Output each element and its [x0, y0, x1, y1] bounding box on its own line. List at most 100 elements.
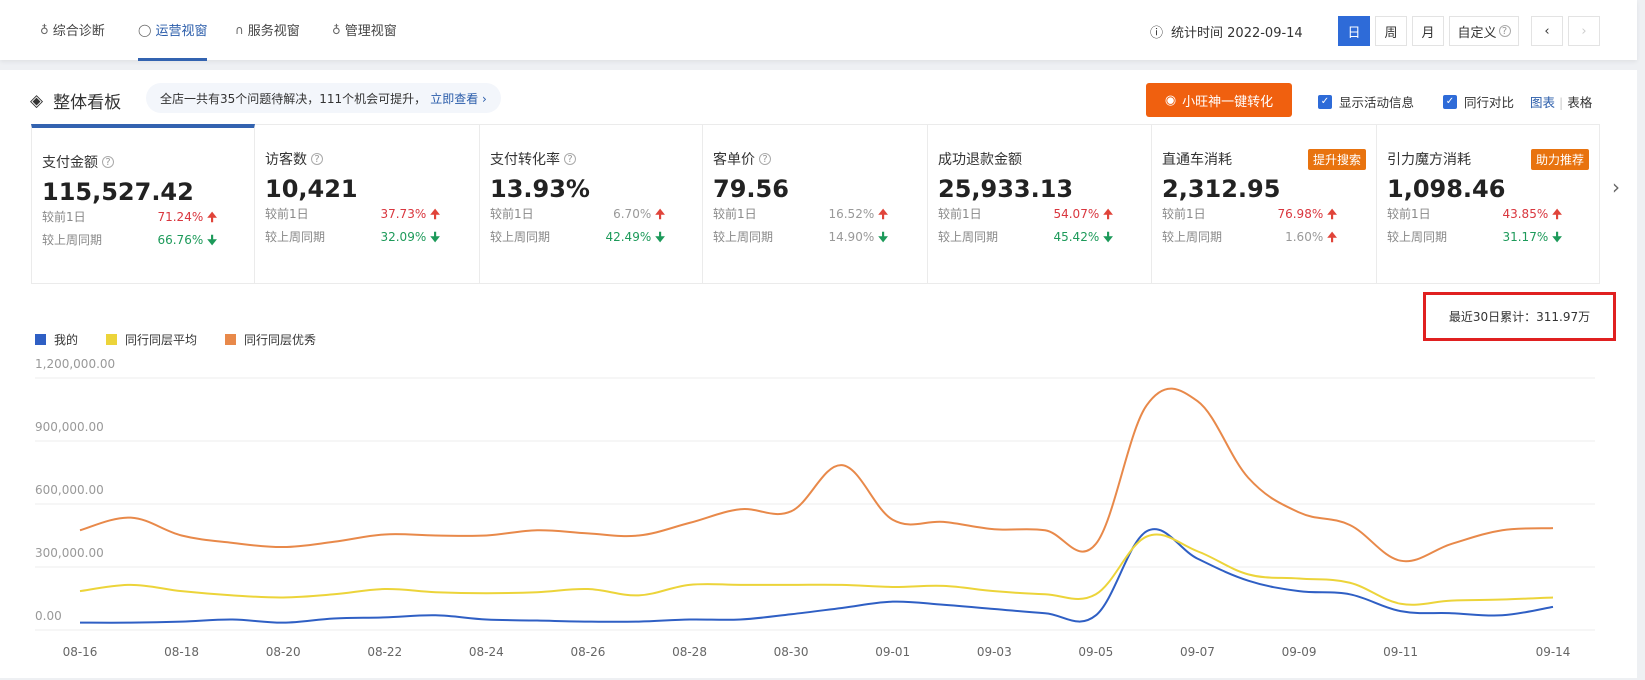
bulb-icon: ♁ [40, 22, 49, 37]
series-line-1 [79, 528, 1554, 624]
metric-value: 115,527.42 [42, 178, 194, 206]
layers-icon: ◈ [30, 90, 44, 111]
x-tick-label: 09-03 [977, 645, 1012, 659]
y-tick-label: 1,200,000.00 [35, 357, 115, 371]
legend-swatch [106, 334, 118, 345]
week-change: 45.42% [1053, 230, 1100, 244]
headset-icon: ∩ [235, 22, 244, 37]
arrow-up-icon: 🠉 [878, 207, 888, 221]
metric-title: 客单价 [713, 152, 755, 168]
total-30-days: 最近30日累计：311.97万 [1423, 292, 1616, 341]
day-change: 6.70% [613, 207, 652, 221]
promo-tag[interactable]: 提升搜索 [1307, 149, 1366, 170]
day-change: 71.24% [157, 210, 204, 224]
series-line-3 [79, 387, 1554, 563]
line-chart: 0.00 300,000.00 600,000.00 900,000.00 1,200,… [35, 357, 1595, 659]
metric-title: 成功退款金额 [938, 152, 1022, 168]
tab-1[interactable]: ♁ 综合诊断 [40, 20, 105, 40]
tab-2[interactable]: ◯ 运营视窗 [138, 20, 208, 61]
x-tick-label: 08-30 [774, 645, 809, 659]
day-change: 54.07% [1053, 207, 1100, 221]
x-tick-label: 08-16 [63, 645, 98, 659]
metric-card[interactable]: 客单价? 79.56 较前1日 16.52% 🠉 较上周同期 14.90% 🠋 [703, 124, 928, 284]
x-tick-label: 08-26 [570, 645, 605, 659]
metric-value: 1,098.46 [1387, 175, 1506, 203]
metric-card[interactable]: 直通车消耗 提升搜索 2,312.95 较前1日 76.98% 🠉 较上周同期 1.… [1152, 124, 1377, 284]
x-tick-label: 09-05 [1078, 645, 1113, 659]
metric-title: 支付转化率 [490, 152, 560, 168]
metric-card[interactable]: 支付转化率? 13.93% 较前1日 6.70% 🠉 较上周同期 42.49% 🠋 [480, 124, 703, 284]
help-icon[interactable]: ? [759, 153, 771, 165]
view-table-toggle[interactable]: 表格 [1567, 95, 1592, 110]
period-week-button[interactable]: 周 [1375, 16, 1407, 46]
day-change: 76.98% [1277, 207, 1324, 221]
medal-icon: ♁ [332, 22, 341, 37]
arrow-up-icon: 🠉 [1103, 207, 1113, 221]
next-date-button[interactable]: › [1568, 16, 1600, 46]
x-tick-label: 08-28 [672, 645, 707, 659]
legend-item[interactable]: 我的 [35, 331, 78, 348]
arrow-down-icon: 🠋 [878, 230, 888, 244]
metric-value: 79.56 [713, 175, 789, 203]
x-tick-label: 08-24 [469, 645, 504, 659]
metric-card[interactable]: 访客数? 10,421 较前1日 37.73% 🠉 较上周同期 32.09% 🠋 [255, 124, 480, 284]
checkbox-checked-icon: ✓ [1318, 94, 1332, 109]
metric-value: 2,312.95 [1162, 175, 1281, 203]
help-icon[interactable]: ? [311, 153, 323, 165]
metric-card[interactable]: 引力魔方消耗 助力推荐 1,098.46 较前1日 43.85% 🠉 较上周同期 3… [1377, 124, 1600, 284]
y-tick-label: 300,000.00 [35, 546, 104, 560]
x-tick-label: 09-14 [1536, 645, 1571, 659]
help-icon: ? [1498, 25, 1511, 37]
period-day-button[interactable]: 日 [1338, 16, 1370, 46]
tab-4[interactable]: ♁ 管理视窗 [332, 20, 397, 40]
view-now-link[interactable]: 立即查看 › [430, 90, 487, 107]
help-icon[interactable]: ? [102, 156, 114, 168]
day-change: 43.85% [1502, 207, 1549, 221]
stat-time: ⓘ 统计时间 2022-09-14 [1150, 22, 1303, 41]
show-activity-checkbox[interactable]: ✓ 显示活动信息 [1318, 92, 1414, 111]
period-month-button[interactable]: 月 [1412, 16, 1444, 46]
y-tick-label: 900,000.00 [35, 420, 104, 434]
legend-swatch [35, 334, 46, 345]
week-change: 42.49% [605, 230, 652, 244]
arrow-up-icon: 🠉 [655, 207, 665, 221]
week-change: 32.09% [380, 230, 427, 244]
legend-item[interactable]: 同行同层优秀 [225, 331, 316, 348]
y-tick-label: 600,000.00 [35, 483, 104, 497]
next-cards-arrow[interactable]: › [1612, 175, 1620, 199]
metric-title: 引力魔方消耗 [1387, 152, 1471, 168]
arrow-up-icon: 🠉 [207, 210, 217, 224]
promo-tag[interactable]: 助力推荐 [1530, 149, 1589, 170]
day-change: 37.73% [380, 207, 427, 221]
one-click-convert-button[interactable]: ◉ 小旺神一键转化 [1146, 83, 1292, 117]
chart-legend: 我的 同行同层平均 同行同层优秀 [35, 331, 316, 348]
metric-card[interactable]: 支付金额? 115,527.42 较前1日 71.24% 🠉 较上周同期 66.76… [31, 124, 255, 284]
arrow-down-icon: 🠋 [207, 233, 217, 247]
arrow-down-icon: 🠋 [655, 230, 665, 244]
arrow-up-icon: 🠉 [1552, 207, 1562, 221]
info-icon: ⓘ [1150, 26, 1164, 41]
x-tick-label: 09-07 [1180, 645, 1215, 659]
metric-title: 访客数 [265, 152, 307, 168]
prev-date-button[interactable]: ‹ [1531, 16, 1563, 46]
arrow-down-icon: 🠋 [1103, 230, 1113, 244]
x-tick-label: 09-01 [875, 645, 910, 659]
arrow-down-icon: 🠋 [1552, 230, 1562, 244]
legend-item[interactable]: 同行同层平均 [106, 331, 197, 348]
period-custom-button[interactable]: 自定义? [1449, 16, 1519, 46]
x-tick-label: 08-18 [164, 645, 199, 659]
view-chart-toggle[interactable]: 图表 [1530, 95, 1555, 110]
mascot-icon: ◉ [1164, 92, 1177, 108]
day-change: 16.52% [828, 207, 875, 221]
peer-compare-checkbox[interactable]: ✓ 同行对比 [1443, 92, 1514, 111]
arrow-up-icon: 🠉 [430, 207, 440, 221]
week-change: 1.60% [1285, 230, 1324, 244]
metric-value: 10,421 [265, 175, 358, 203]
metric-value: 13.93% [490, 175, 590, 203]
tab-3[interactable]: ∩ 服务视窗 [235, 20, 300, 40]
board-title: 整体看板 [53, 93, 122, 113]
overview-board: ◈ 整体看板 全店一共有35个问题待解决，111个机会可提升， 立即查看 › ◉ 小旺… [0, 70, 1637, 678]
arrow-up-icon: 🠉 [1327, 230, 1337, 244]
metric-card[interactable]: 成功退款金额 25,933.13 较前1日 54.07% 🠉 较上周同期 45.42… [928, 124, 1152, 284]
help-icon[interactable]: ? [564, 153, 576, 165]
